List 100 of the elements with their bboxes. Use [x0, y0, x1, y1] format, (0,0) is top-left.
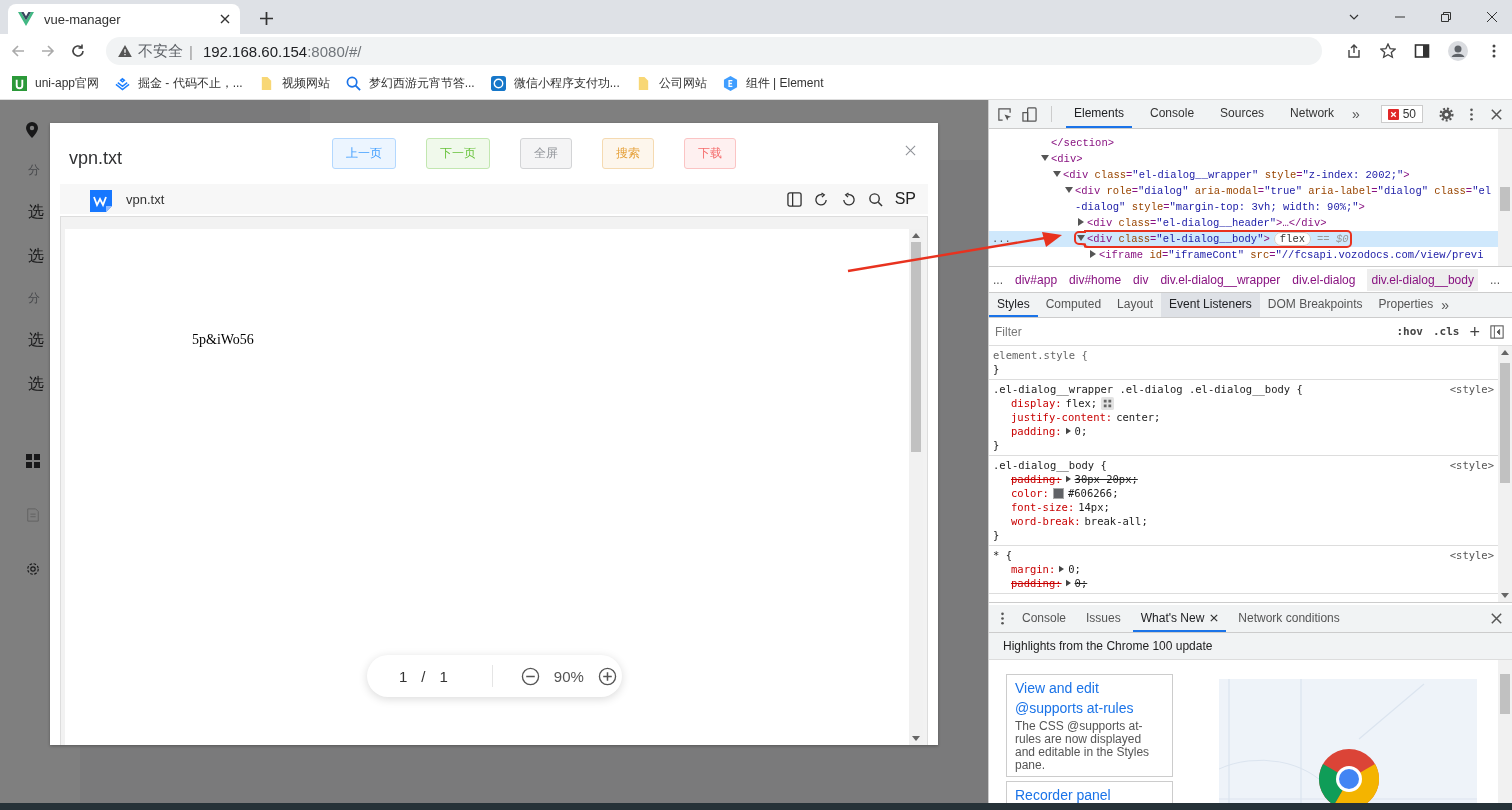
dom-node-row[interactable]: ... <div class="el-dialog__body"> flex == $0 [989, 231, 1498, 247]
dom-node-row[interactable]: <div class="el-dialog__wrapper" style="z-index: 2002;"> [989, 167, 1498, 183]
css-property[interactable]: font-size: [1011, 500, 1075, 514]
drawer-tab[interactable]: Console [1014, 605, 1075, 632]
rotate-clockwise-icon[interactable] [813, 191, 829, 207]
css-value[interactable]: #606266; [1067, 486, 1119, 500]
share-icon[interactable] [1346, 43, 1362, 59]
expanded-triangle-icon[interactable] [1065, 186, 1073, 194]
css-value[interactable]: 0; [1074, 576, 1088, 590]
settings-icon[interactable] [26, 562, 40, 576]
reload-icon[interactable] [70, 43, 86, 59]
css-value[interactable]: 30px 20px; [1074, 472, 1138, 486]
star-icon[interactable] [1380, 43, 1396, 59]
dom-node-row[interactable]: <div class="el-dialog__header">…</div> [989, 215, 1498, 231]
more-tabs[interactable]: » [1352, 106, 1360, 122]
close-icon[interactable] [1486, 11, 1498, 23]
hover-state-toggle[interactable]: :hov [1396, 325, 1423, 338]
css-property[interactable]: padding: [1011, 576, 1062, 590]
browser-tab[interactable]: vue-manager [8, 4, 240, 34]
pane-tab[interactable]: Computed [1037, 293, 1110, 317]
breadcrumb[interactable]: div#app [1015, 272, 1058, 287]
expand-triangle-icon[interactable] [1065, 475, 1071, 483]
scroll-down-icon[interactable] [1501, 593, 1509, 598]
scroll-down-icon[interactable] [912, 736, 920, 741]
css-value[interactable]: 0; [1068, 562, 1081, 576]
pane-tab[interactable]: Styles [989, 293, 1038, 317]
breadcrumb[interactable]: div.el-dialog__body [1367, 268, 1478, 291]
zoom-in-icon[interactable] [597, 666, 617, 686]
css-property[interactable]: color: [1011, 486, 1049, 500]
feature-link[interactable]: Recorder panel [1015, 785, 1164, 803]
close-icon[interactable] [1210, 613, 1219, 622]
css-property[interactable]: margin: [1011, 562, 1056, 576]
css-property[interactable]: word-break: [1011, 514, 1081, 528]
css-value[interactable]: flex; [1065, 396, 1098, 410]
breadcrumb[interactable]: div.el-dialog__wrapper [1160, 272, 1281, 287]
breadcrumb-ellipsis[interactable]: ... [1489, 272, 1500, 287]
css-value[interactable]: break-all; [1084, 514, 1148, 528]
source-link[interactable]: <style> [1449, 458, 1494, 472]
flex-badge[interactable]: flex [1273, 232, 1311, 246]
panel-tab[interactable]: Elements [1066, 100, 1133, 128]
collapsed-triangle-icon[interactable] [1077, 218, 1085, 226]
zoom-out-icon[interactable] [520, 666, 540, 686]
address-bar[interactable]: 不安全 | 192.168.60.154:8080/#/ [106, 37, 1322, 65]
css-property[interactable]: justify-content: [1011, 410, 1113, 424]
breadcrumb[interactable]: div [1133, 272, 1149, 287]
close-icon[interactable] [1489, 106, 1504, 122]
scrollbar[interactable] [1498, 660, 1512, 803]
more-tabs[interactable]: » [1441, 297, 1449, 313]
expanded-triangle-icon[interactable] [1053, 170, 1061, 178]
flexbox-editor-icon[interactable] [1101, 396, 1115, 410]
settings-icon[interactable] [1439, 106, 1454, 122]
scrollbar[interactable] [1498, 129, 1512, 266]
scroll-up-icon[interactable] [912, 233, 920, 238]
breadcrumb[interactable]: div#home [1069, 272, 1122, 287]
drawer-tab[interactable]: Issues [1078, 605, 1129, 632]
panel-tab[interactable]: Console [1142, 100, 1203, 128]
grid-icon[interactable] [26, 454, 40, 468]
css-value[interactable]: 0; [1074, 424, 1088, 438]
dom-node-row[interactable]: <div> [989, 151, 1498, 167]
side-panel-icon[interactable] [1414, 43, 1430, 59]
css-value[interactable]: center; [1116, 410, 1161, 424]
source-link[interactable]: <style> [1449, 382, 1494, 396]
sidebar-toggle-icon[interactable] [1490, 324, 1504, 339]
bookmark[interactable]: 视频网站 [258, 75, 330, 92]
color-swatch[interactable] [1052, 487, 1064, 499]
pane-tab[interactable]: Event Listeners [1161, 293, 1260, 317]
bookmark[interactable]: 组件 | Element [722, 75, 824, 92]
bookmark[interactable]: 梦幻西游元宵节答... [345, 75, 475, 92]
scrollbar[interactable] [1498, 346, 1512, 602]
new-rule-button[interactable]: + [1469, 322, 1480, 341]
sidebar-toggle-icon[interactable] [786, 191, 802, 207]
feature-card[interactable]: View and edit @supports at-rules The CSS @supports at-rules are now displayed and editable in the Styles pane. [1006, 674, 1173, 777]
expand-triangle-icon[interactable] [1065, 427, 1071, 435]
bookmark[interactable]: uni-app官网 [12, 75, 100, 92]
panel-tab[interactable]: Sources [1212, 100, 1273, 128]
profile-icon[interactable] [1448, 41, 1468, 61]
device-toolbar-icon[interactable] [1022, 106, 1037, 122]
css-property[interactable]: display: [1011, 396, 1062, 410]
mode-label[interactable]: SP [894, 190, 916, 208]
scroll-up-icon[interactable] [1501, 350, 1509, 355]
inspect-icon[interactable] [997, 106, 1012, 122]
pane-tab[interactable]: Layout [1109, 293, 1162, 317]
rotate-counterclockwise-icon[interactable] [840, 191, 856, 207]
css-property[interactable]: padding: [1011, 472, 1062, 486]
breadcrumb[interactable]: div.el-dialog [1292, 272, 1356, 287]
source-link[interactable]: <style> [1449, 548, 1494, 562]
pane-tab[interactable]: DOM Breakpoints [1259, 293, 1371, 317]
dom-node-row[interactable]: <div role="dialog" aria-modal="true" aria-label="dialog" class="el-dialog" style="margin-top: 3vh; width: 90%;"> [989, 183, 1498, 215]
dom-node-row[interactable]: <iframe id="iframeCont" src="//fcsapi.vozodocs.com/view/previ [989, 247, 1498, 263]
expanded-triangle-icon[interactable] [1041, 154, 1049, 162]
bookmark[interactable]: 掘金 - 代码不止，... [115, 75, 243, 92]
bookmark[interactable]: 公司网站 [635, 75, 707, 92]
expanded-triangle-icon[interactable] [1077, 234, 1085, 242]
feature-link[interactable]: View and edit @supports at-rules [1015, 678, 1164, 718]
panel-tab[interactable]: Network [1282, 100, 1343, 128]
close-icon[interactable] [220, 14, 230, 24]
error-badge[interactable]: 50 [1380, 105, 1423, 123]
close-icon[interactable] [1489, 611, 1504, 626]
css-value[interactable]: 14px; [1078, 500, 1110, 514]
class-toggle[interactable]: .cls [1433, 325, 1460, 338]
